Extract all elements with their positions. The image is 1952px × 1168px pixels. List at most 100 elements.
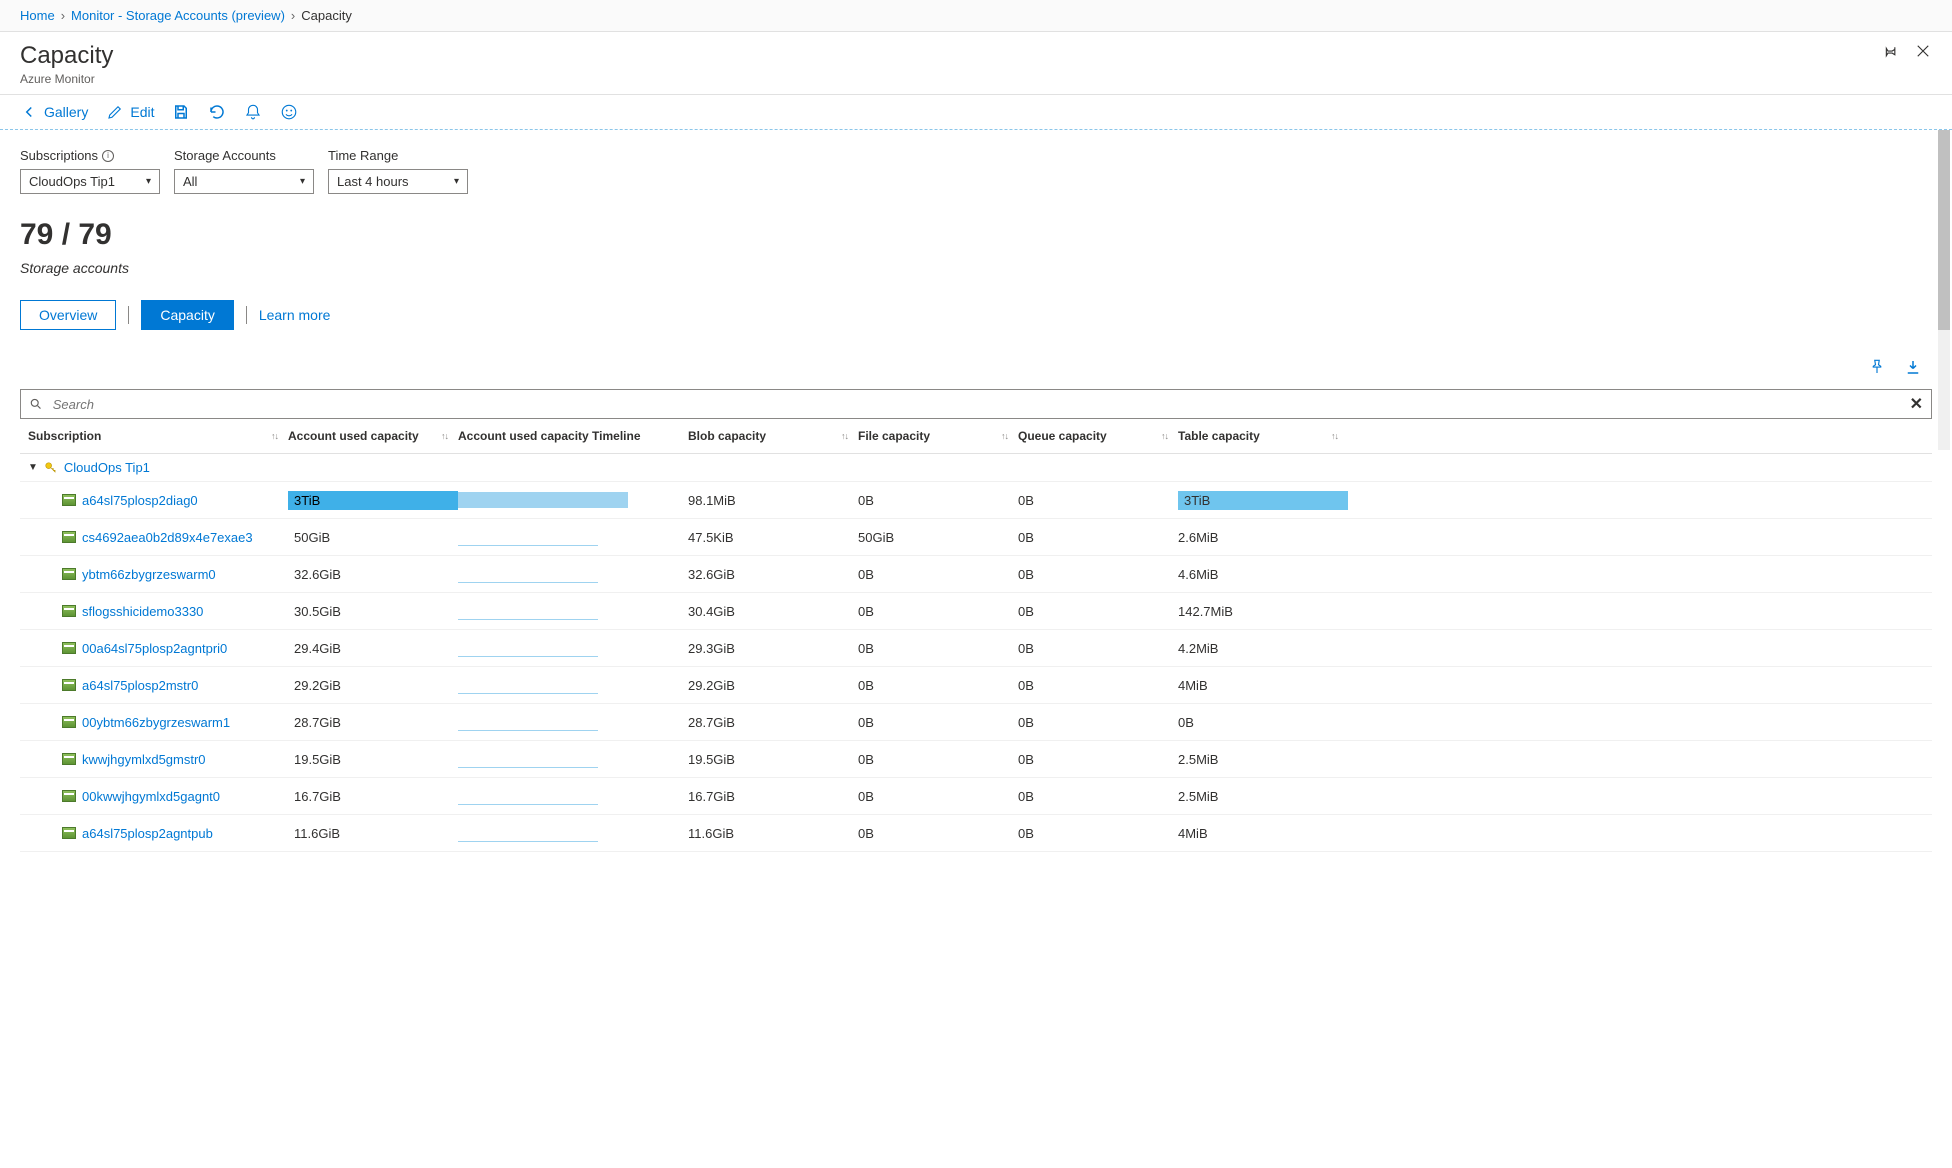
tab-overview[interactable]: Overview (20, 300, 116, 330)
capacity-table: Subscription↑↓ Account used capacity↑↓ A… (20, 419, 1932, 852)
chevron-down-icon: ▾ (454, 176, 459, 187)
file-cell: 0B (858, 641, 1018, 656)
edit-button[interactable]: Edit (106, 103, 154, 121)
storage-account-icon (62, 642, 76, 654)
blob-cell: 29.2GiB (688, 678, 858, 693)
feedback-icon[interactable] (280, 103, 298, 121)
storage-account-name: cs4692aea0b2d89x4e7exae3 (28, 530, 288, 545)
storage-account-link[interactable]: a64sl75plosp2diag0 (82, 493, 198, 508)
timeline-cell (458, 564, 688, 584)
separator (246, 306, 247, 324)
storage-account-name: sflogsshicidemo3330 (28, 604, 288, 619)
account-used-cell: 16.7GiB (288, 787, 458, 806)
learn-more-link[interactable]: Learn more (259, 307, 331, 323)
storage-accounts-select[interactable]: All▾ (174, 169, 314, 194)
refresh-icon[interactable] (208, 103, 226, 121)
table-cell: 4MiB (1178, 678, 1348, 693)
search-box[interactable]: ✕ (20, 389, 1932, 419)
storage-account-link[interactable]: sflogsshicidemo3330 (82, 604, 203, 619)
alert-icon[interactable] (244, 103, 262, 121)
storage-account-link[interactable]: cs4692aea0b2d89x4e7exae3 (82, 530, 253, 545)
col-timeline[interactable]: Account used capacity Timeline (458, 429, 688, 443)
queue-cell: 0B (1018, 641, 1178, 656)
blob-cell: 28.7GiB (688, 715, 858, 730)
queue-cell: 0B (1018, 752, 1178, 767)
col-subscription[interactable]: Subscription↑↓ (28, 429, 288, 443)
blob-cell: 47.5KiB (688, 530, 858, 545)
table-row: kwwjhgymlxd5gmstr019.5GiB19.5GiB0B0B2.5M… (20, 741, 1932, 778)
storage-account-link[interactable]: kwwjhgymlxd5gmstr0 (82, 752, 206, 767)
pin-icon[interactable] (1880, 42, 1898, 60)
toolbar: Gallery Edit (0, 95, 1952, 130)
chevron-down-icon: ▾ (146, 176, 151, 187)
tab-capacity[interactable]: Capacity (141, 300, 233, 330)
storage-account-icon (62, 827, 76, 839)
timeline-cell (458, 490, 688, 510)
download-icon[interactable] (1904, 358, 1922, 379)
file-cell: 0B (858, 678, 1018, 693)
storage-account-name: ybtm66zbygrzeswarm0 (28, 567, 288, 582)
search-input[interactable] (49, 395, 1910, 414)
storage-account-link[interactable]: 00kwwjhgymlxd5gagnt0 (82, 789, 220, 804)
caret-down-icon: ▼ (28, 462, 38, 473)
storage-account-link[interactable]: 00a64sl75plosp2agntpri0 (82, 641, 227, 656)
account-used-cell: 29.4GiB (288, 639, 458, 658)
separator (128, 306, 129, 324)
subscriptions-select[interactable]: CloudOps Tip1▾ (20, 169, 160, 194)
storage-account-icon (62, 679, 76, 691)
vertical-scrollbar[interactable] (1938, 130, 1950, 450)
storage-account-name: 00kwwjhgymlxd5gagnt0 (28, 789, 288, 804)
account-used-cell: 19.5GiB (288, 750, 458, 769)
table-cell: 3TiB (1178, 491, 1348, 510)
storage-account-link[interactable]: a64sl75plosp2mstr0 (82, 678, 198, 693)
time-range-select[interactable]: Last 4 hours▾ (328, 169, 468, 194)
queue-cell: 0B (1018, 604, 1178, 619)
file-cell: 0B (858, 752, 1018, 767)
storage-account-name: a64sl75plosp2mstr0 (28, 678, 288, 693)
col-table[interactable]: Table capacity↑↓ (1178, 429, 1348, 443)
col-blob[interactable]: Blob capacity↑↓ (688, 429, 858, 443)
group-row[interactable]: ▼ CloudOps Tip1 (20, 454, 1932, 482)
table-cell: 2.5MiB (1178, 752, 1348, 767)
blob-cell: 98.1MiB (688, 493, 858, 508)
queue-cell: 0B (1018, 493, 1178, 508)
file-cell: 0B (858, 826, 1018, 841)
storage-account-link[interactable]: a64sl75plosp2agntpub (82, 826, 213, 841)
table-row: a64sl75plosp2agntpub11.6GiB11.6GiB0B0B4M… (20, 815, 1932, 852)
table-cell: 0B (1178, 715, 1348, 730)
timeline-cell (458, 786, 688, 806)
chevron-right-icon: › (291, 8, 295, 23)
search-icon (29, 397, 43, 411)
count-label: Storage accounts (20, 260, 1932, 276)
table-row: sflogsshicidemo333030.5GiB30.4GiB0B0B142… (20, 593, 1932, 630)
breadcrumb-monitor[interactable]: Monitor - Storage Accounts (preview) (71, 8, 285, 23)
blob-cell: 16.7GiB (688, 789, 858, 804)
table-cell: 2.6MiB (1178, 530, 1348, 545)
col-queue[interactable]: Queue capacity↑↓ (1018, 429, 1178, 443)
count-display: 79 / 79 (20, 218, 1932, 252)
storage-account-link[interactable]: ybtm66zbygrzeswarm0 (82, 567, 216, 582)
table-cell: 142.7MiB (1178, 604, 1348, 619)
clear-search-icon[interactable]: ✕ (1910, 394, 1923, 414)
col-account-used[interactable]: Account used capacity↑↓ (288, 429, 458, 443)
breadcrumb-home[interactable]: Home (20, 8, 55, 23)
info-icon[interactable]: i (102, 150, 114, 162)
table-cell: 4MiB (1178, 826, 1348, 841)
storage-account-icon (62, 716, 76, 728)
table-row: cs4692aea0b2d89x4e7exae350GiB47.5KiB50Gi… (20, 519, 1932, 556)
gallery-button[interactable]: Gallery (20, 103, 88, 121)
col-file[interactable]: File capacity↑↓ (858, 429, 1018, 443)
save-icon[interactable] (172, 103, 190, 121)
timeline-cell (458, 601, 688, 621)
table-cell: 2.5MiB (1178, 789, 1348, 804)
file-cell: 0B (858, 715, 1018, 730)
storage-account-link[interactable]: 00ybtm66zbygrzeswarm1 (82, 715, 230, 730)
group-name[interactable]: CloudOps Tip1 (64, 460, 150, 475)
blob-cell: 30.4GiB (688, 604, 858, 619)
chevron-right-icon: › (61, 8, 65, 23)
close-icon[interactable] (1914, 42, 1932, 60)
account-used-cell: 28.7GiB (288, 713, 458, 732)
timeline-cell (458, 638, 688, 658)
account-used-cell: 30.5GiB (288, 602, 458, 621)
pin-table-icon[interactable] (1868, 358, 1886, 379)
